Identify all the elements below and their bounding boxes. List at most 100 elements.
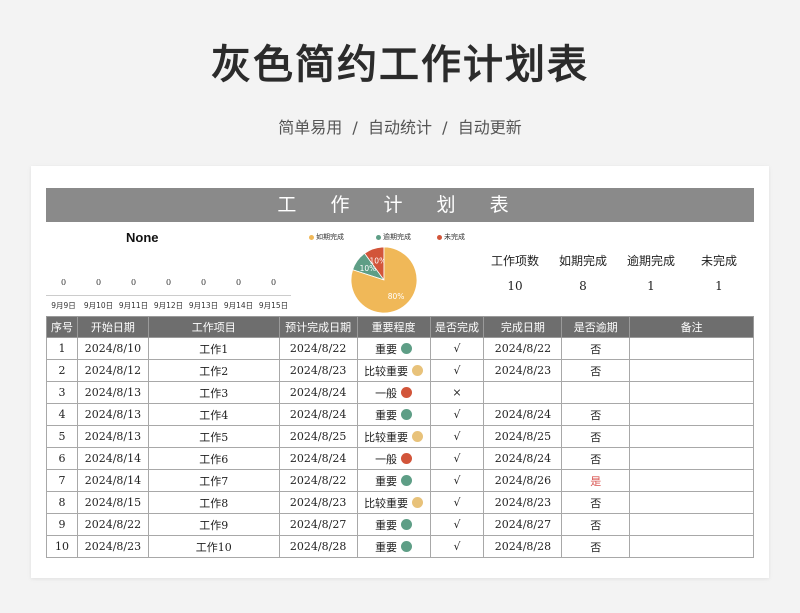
mini-chart-date: 9月15日 [258, 301, 289, 310]
cell-item: 工作9 [147, 513, 280, 536]
column-header: 序号 [46, 316, 78, 338]
cell-start: 2024/8/13 [76, 381, 149, 404]
cell-start: 2024/8/14 [76, 469, 149, 492]
importance-dot-icon [412, 496, 424, 508]
cell-item: 工作3 [147, 381, 280, 404]
cell-no: 3 [46, 381, 78, 404]
importance-cell: 重要 [356, 535, 431, 558]
mini-chart-date: 9月12日 [153, 301, 184, 310]
worksheet: 工 作 计 划 表 None 0 0 0 0 0 0 0 9月9日 9月10日 9月11日 9月1… [31, 166, 769, 578]
importance-cell: 比较重要 [356, 425, 431, 448]
cell-overdue: 否 [561, 491, 631, 514]
cell-start: 2024/8/14 [76, 447, 149, 470]
cell-overdue: 否 [561, 535, 631, 558]
cell-no: 5 [46, 425, 78, 448]
importance-dot-icon [412, 430, 424, 442]
cell-finish: 2024/8/22 [483, 337, 563, 360]
cell-due: 2024/8/24 [278, 447, 358, 470]
column-header: 是否逾期 [561, 316, 631, 338]
importance-label: 重要 [375, 342, 398, 356]
cell-finish: 2024/8/25 [483, 425, 563, 448]
mini-chart-value: 0 [270, 278, 277, 287]
importance-dot-icon [401, 408, 413, 420]
cell-overdue: 否 [561, 425, 631, 448]
cell-finish [483, 381, 563, 404]
banner-subtitle: 简单易用 / 自动统计 / 自动更新 [278, 118, 522, 137]
cell-due: 2024/8/23 [278, 491, 358, 514]
mini-chart-date: 9月13日 [188, 301, 219, 310]
cell-overdue: 否 [561, 513, 631, 536]
cell-item: 工作5 [147, 425, 280, 448]
cell-note [629, 469, 754, 492]
cell-finish: 2024/8/28 [483, 535, 563, 558]
importance-dot-icon [401, 452, 413, 464]
importance-label: 重要 [375, 408, 398, 422]
table-row: 4 2024/8/13 工作4 2024/8/24 重要 √ 2024/8/24 否 [46, 403, 754, 426]
cell-overdue: 否 [561, 337, 631, 360]
cell-finish: 2024/8/23 [483, 359, 563, 382]
cell-done: × [429, 381, 485, 404]
cell-done: √ [429, 491, 485, 514]
cell-note [629, 337, 754, 360]
mini-chart-date: 9月10日 [83, 301, 114, 310]
cell-note [629, 491, 754, 514]
cell-due: 2024/8/23 [278, 359, 358, 382]
column-header: 开始日期 [76, 316, 149, 338]
cell-start: 2024/8/15 [76, 491, 149, 514]
mini-chart-date: 9月11日 [118, 301, 149, 310]
table-row: 1 2024/8/10 工作1 2024/8/22 重要 √ 2024/8/22 否 [46, 337, 754, 360]
importance-label: 比较重要 [364, 496, 409, 510]
column-header: 完成日期 [483, 316, 563, 338]
table-row: 6 2024/8/14 工作6 2024/8/24 一般 √ 2024/8/24 否 [46, 447, 754, 470]
importance-label: 比较重要 [364, 364, 409, 378]
cell-start: 2024/8/23 [76, 535, 149, 558]
mini-chart-title: None [126, 230, 159, 245]
mini-chart-values: 0 0 0 0 0 0 0 [46, 278, 291, 290]
table-row: 9 2024/8/22 工作9 2024/8/27 重要 √ 2024/8/27 否 [46, 513, 754, 536]
cell-note [629, 535, 754, 558]
importance-label: 重要 [375, 474, 398, 488]
stat-value: 10 [507, 279, 523, 293]
cell-item: 工作2 [147, 359, 280, 382]
importance-cell: 重要 [356, 337, 431, 360]
importance-cell: 比较重要 [356, 491, 431, 514]
cell-item: 工作6 [147, 447, 280, 470]
cell-no: 9 [46, 513, 78, 536]
cell-finish: 2024/8/23 [483, 491, 563, 514]
importance-label: 比较重要 [364, 430, 409, 444]
sheet-title: 工 作 计 划 表 [46, 188, 754, 222]
cell-start: 2024/8/13 [76, 403, 149, 426]
cell-done: √ [429, 337, 485, 360]
cell-item: 工作7 [147, 469, 280, 492]
cell-due: 2024/8/22 [278, 337, 358, 360]
cell-done: √ [429, 469, 485, 492]
cell-item: 工作4 [147, 403, 280, 426]
plan-table: 序号 开始日期 工作项目 预计完成日期 重要程度 是否完成 完成日期 是否逾期 备注 1 2024… [46, 316, 754, 558]
stat-label: 逾期完成 [626, 254, 675, 268]
pie-label: 80% [388, 292, 405, 301]
cell-start: 2024/8/13 [76, 425, 149, 448]
banner-title: 灰色简约工作计划表 [211, 42, 589, 88]
cell-overdue: 否 [561, 359, 631, 382]
importance-label: 重要 [375, 518, 398, 532]
cell-due: 2024/8/22 [278, 469, 358, 492]
legend-on-time: 如期完成 [309, 232, 344, 242]
cell-due: 2024/8/27 [278, 513, 358, 536]
importance-label: 重要 [375, 540, 398, 554]
table-row: 3 2024/8/13 工作3 2024/8/24 一般 × [46, 381, 754, 404]
cell-finish: 2024/8/24 [483, 403, 563, 426]
importance-dot-icon [401, 540, 413, 552]
stat-label: 未完成 [700, 254, 737, 268]
column-header: 工作项目 [147, 316, 280, 338]
cell-note [629, 513, 754, 536]
cell-note [629, 447, 754, 470]
importance-cell: 重要 [356, 403, 431, 426]
cell-start: 2024/8/10 [76, 337, 149, 360]
stat-value: 8 [579, 279, 587, 293]
column-header: 备注 [629, 316, 754, 338]
cell-done: √ [429, 535, 485, 558]
cell-due: 2024/8/28 [278, 535, 358, 558]
mini-chart-value: 0 [60, 278, 67, 287]
cell-overdue: 否 [561, 447, 631, 470]
mini-chart-dates: 9月9日 9月10日 9月11日 9月12日 9月13日 9月14日 9月15日 [46, 300, 291, 312]
